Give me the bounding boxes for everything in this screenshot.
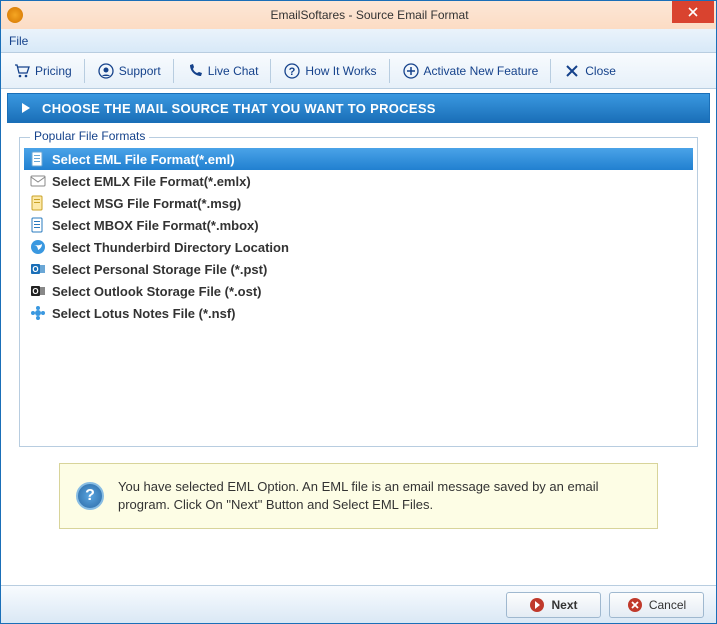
toolbar-pricing[interactable]: Pricing (5, 58, 80, 84)
thunderbird-icon (30, 239, 46, 255)
format-item-label: Select EMLX File Format(*.emlx) (52, 174, 251, 189)
lotus-icon (30, 305, 46, 321)
formats-list: Select EML File Format(*.eml) Select EMLX… (24, 148, 693, 324)
toolbar-live-chat-label: Live Chat (208, 64, 259, 78)
envelope-icon (30, 173, 46, 189)
window-close-button[interactable] (672, 1, 714, 23)
app-icon (7, 7, 23, 23)
info-text: You have selected EML Option. An EML fil… (118, 478, 641, 514)
format-item-label: Select MSG File Format(*.msg) (52, 196, 241, 211)
toolbar-separator (389, 59, 390, 83)
format-item-label: Select Outlook Storage File (*.ost) (52, 284, 261, 299)
toolbar-how-it-works[interactable]: ? How It Works (275, 58, 384, 84)
cancel-circle-icon (627, 597, 643, 613)
file-mbox-icon (30, 217, 46, 233)
toolbar-live-chat[interactable]: Live Chat (178, 58, 267, 84)
question-icon: ? (283, 62, 301, 80)
toolbar-separator (270, 59, 271, 83)
info-box: ? You have selected EML Option. An EML f… (59, 463, 658, 529)
format-item-label: Select Personal Storage File (*.pst) (52, 262, 267, 277)
toolbar-pricing-label: Pricing (35, 64, 72, 78)
toolbar-support[interactable]: Support (89, 58, 169, 84)
svg-text:O: O (32, 265, 38, 274)
format-item-label: Select Lotus Notes File (*.nsf) (52, 306, 235, 321)
headset-icon (97, 62, 115, 80)
toolbar-separator (84, 59, 85, 83)
format-item[interactable]: Select EML File Format(*.eml) (24, 148, 693, 170)
formats-fieldset: Popular File Formats Select EML File For… (19, 137, 698, 447)
format-item[interactable]: O Select Personal Storage File (*.pst) (24, 258, 693, 280)
format-item[interactable]: Select Lotus Notes File (*.nsf) (24, 302, 693, 324)
menu-file[interactable]: File (9, 34, 28, 48)
section-header: CHOOSE THE MAIL SOURCE THAT YOU WANT TO … (7, 93, 710, 123)
toolbar-separator (550, 59, 551, 83)
phone-icon (186, 62, 204, 80)
section-title: CHOOSE THE MAIL SOURCE THAT YOU WANT TO … (42, 101, 436, 116)
footer: Next Cancel (1, 585, 716, 623)
toolbar-close[interactable]: Close (555, 58, 624, 84)
toolbar-activate[interactable]: Activate New Feature (394, 58, 547, 84)
cancel-label: Cancel (649, 598, 686, 612)
app-window: EmailSoftares - Source Email Format File… (0, 0, 717, 624)
toolbar-activate-label: Activate New Feature (424, 64, 539, 78)
close-icon (687, 6, 699, 18)
toolbar-close-label: Close (585, 64, 616, 78)
titlebar: EmailSoftares - Source Email Format (1, 1, 716, 29)
file-eml-icon (30, 151, 46, 167)
toolbar-separator (173, 59, 174, 83)
format-item[interactable]: O Select Outlook Storage File (*.ost) (24, 280, 693, 302)
window-title: EmailSoftares - Source Email Format (23, 8, 716, 22)
format-item[interactable]: Select EMLX File Format(*.emlx) (24, 170, 693, 192)
menubar: File (1, 29, 716, 53)
next-button[interactable]: Next (506, 592, 601, 618)
arrow-right-circle-icon (529, 597, 545, 613)
format-item[interactable]: Select MBOX File Format(*.mbox) (24, 214, 693, 236)
toolbar-support-label: Support (119, 64, 161, 78)
format-item[interactable]: Select Thunderbird Directory Location (24, 236, 693, 258)
toolbar: Pricing Support Live Chat ? How It Works… (1, 53, 716, 89)
formats-legend: Popular File Formats (30, 129, 149, 143)
outlook-dark-icon: O (30, 283, 46, 299)
format-item-label: Select MBOX File Format(*.mbox) (52, 218, 259, 233)
svg-text:O: O (32, 287, 38, 296)
x-icon (563, 62, 581, 80)
format-item-label: Select EML File Format(*.eml) (52, 152, 235, 167)
svg-text:?: ? (289, 66, 296, 78)
arrow-right-icon (18, 100, 34, 116)
next-label: Next (551, 598, 577, 612)
format-item-label: Select Thunderbird Directory Location (52, 240, 289, 255)
file-msg-icon (30, 195, 46, 211)
plus-circle-icon (402, 62, 420, 80)
format-item[interactable]: Select MSG File Format(*.msg) (24, 192, 693, 214)
outlook-icon: O (30, 261, 46, 277)
toolbar-how-label: How It Works (305, 64, 376, 78)
content-area: Popular File Formats Select EML File For… (1, 127, 716, 585)
cancel-button[interactable]: Cancel (609, 592, 704, 618)
info-icon: ? (76, 482, 104, 510)
cart-icon (13, 62, 31, 80)
